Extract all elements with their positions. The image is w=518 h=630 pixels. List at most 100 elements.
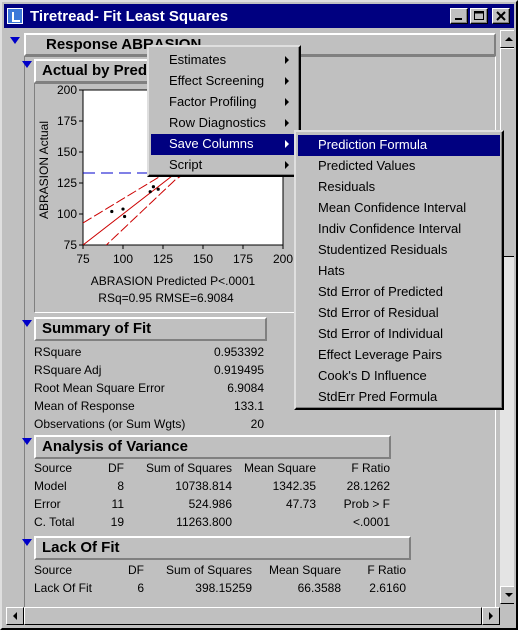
menu-item-row-diagnostics[interactable]: Row Diagnostics [151,113,297,134]
menu-item-save-columns[interactable]: Save Columns [151,134,297,155]
submenu-item-label: Indiv Confidence Interval [318,221,462,236]
submenu-item-std-error-of-residual[interactable]: Std Error of Residual [298,303,500,324]
x-tick-label: 125 [153,252,173,266]
actual-by-predicted-disclosure-icon[interactable] [22,61,32,68]
window-title: Tiretread- Fit Least Squares [30,8,229,25]
anova-cell: 1342.35 [272,479,316,493]
summary-label: RSquare [34,345,82,359]
menu-item-label: Factor Profiling [169,94,257,109]
anova-cell: 47.73 [285,497,316,511]
submenu-item-mean-confidence-interval[interactable]: Mean Confidence Interval [298,198,500,219]
anova-column-header: DF [108,461,124,475]
minimize-button[interactable] [450,8,468,24]
submenu-item-hats[interactable]: Hats [298,261,500,282]
anova-cell: <.0001 [352,515,390,529]
x-tick-label: 200 [273,252,293,266]
summary-value: 20 [250,417,264,431]
submenu-arrow-icon [285,119,289,127]
app-window: Tiretread- Fit Least Squares Response AB… [0,0,518,630]
summary-value: 0.919495 [213,363,264,377]
submenu-item-std-error-of-predicted[interactable]: Std Error of Predicted [298,282,500,303]
anova-column-header: Mean Square [243,461,316,475]
submenu-item-label: Studentized Residuals [318,242,448,257]
y-tick-label: 200 [57,85,77,97]
summary-label: RSquare Adj [34,363,102,377]
lack-of-fit-title: Lack Of Fit [42,539,120,556]
data-point[interactable] [123,214,127,219]
submenu-item-predicted-values[interactable]: Predicted Values [298,156,500,177]
data-point[interactable] [156,187,160,191]
x-tick-label: 100 [113,252,133,266]
submenu-item-label: Predicted Values [318,158,416,173]
response-disclosure-icon[interactable] [10,37,20,44]
maximize-icon [474,11,484,20]
scroll-down-button[interactable] [500,586,514,604]
lack-of-fit-cell: 2.6160 [369,581,406,595]
actual-by-predicted-title: Actual by Pred [42,62,148,79]
lack-of-fit-cell: 66.3588 [297,581,341,595]
summary-of-fit-title: Summary of Fit [42,320,152,337]
anova-cell: 28.1262 [346,479,390,493]
close-button[interactable] [492,8,510,24]
data-point[interactable] [121,207,125,211]
submenu-item-indiv-confidence-interval[interactable]: Indiv Confidence Interval [298,219,500,240]
submenu-item-residuals[interactable]: Residuals [298,177,500,198]
submenu-item-cook-s-d-influence[interactable]: Cook's D Influence [298,366,500,387]
anova-header[interactable]: Analysis of Variance [34,435,391,459]
anova-title: Analysis of Variance [42,438,188,455]
submenu-item-studentized-residuals[interactable]: Studentized Residuals [298,240,500,261]
submenu-item-label: Effect Leverage Pairs [318,347,443,362]
submenu-arrow-icon [285,77,289,85]
scroll-up-button[interactable] [500,30,514,48]
menu-item-label: Script [169,157,203,172]
data-point[interactable] [151,185,155,189]
menu-item-estimates[interactable]: Estimates [151,50,297,71]
submenu-item-prediction-formula[interactable]: Prediction Formula [298,135,500,156]
arrow-down-icon [505,593,513,597]
submenu-item-effect-leverage-pairs[interactable]: Effect Leverage Pairs [298,345,500,366]
submenu-item-label: Prediction Formula [318,137,428,152]
x-tick-label: 175 [233,252,253,266]
scroll-corner [500,607,514,625]
lack-of-fit-column-header: Mean Square [268,563,341,577]
minimize-icon [455,18,462,20]
lack-of-fit-column-header: Sum of Squares [165,563,252,577]
menu-item-factor-profiling[interactable]: Factor Profiling [151,92,297,113]
anova-cell: 10738.814 [175,479,232,493]
menu-item-label: Row Diagnostics [169,115,266,130]
menu-item-effect-screening[interactable]: Effect Screening [151,71,297,92]
summary-of-fit-disclosure-icon[interactable] [22,320,32,327]
scroll-right-button[interactable] [482,607,500,625]
submenu-item-std-error-of-individual[interactable]: Std Error of Individual [298,324,500,345]
submenu-arrow-icon [285,98,289,106]
y-axis-label: ABRASION Actual [37,121,51,219]
lack-of-fit-column-header: Source [34,563,73,577]
summary-label: Observations (or Sum Wgts) [34,417,186,431]
lack-of-fit-header[interactable]: Lack Of Fit [34,536,411,560]
arrow-up-icon [505,37,513,41]
submenu-item-label: StdErr Pred Formula [318,389,438,404]
lack-of-fit-disclosure-icon[interactable] [22,539,32,546]
anova-column-header: Sum of Squares [145,461,232,475]
submenu-item-label: Hats [318,263,345,278]
scroll-left-button[interactable] [6,607,24,625]
red-triangle-context-menu: Estimates Effect Screening Factor Profilin… [147,45,301,177]
fit-stats: RSq=0.95 RMSE=6.9084 [98,291,234,305]
arrow-right-icon [489,612,493,620]
lack-of-fit-cell: 398.15259 [195,581,252,595]
horizontal-scroll-thumb[interactable] [24,607,482,625]
submenu-item-stderr-pred-formula[interactable]: StdErr Pred Formula [298,387,500,408]
summary-of-fit-header[interactable]: Summary of Fit [34,317,267,341]
report-area: Response ABRASION Actual by Pred ABRASIO… [6,30,514,626]
maximize-button[interactable] [470,8,488,24]
anova-cell: Prob > F [343,497,390,511]
data-point[interactable] [148,190,152,194]
anova-disclosure-icon[interactable] [22,438,32,445]
anova-cell: 19 [110,515,124,529]
menu-item-script[interactable]: Script [151,155,297,176]
horizontal-scrollbar[interactable] [6,607,500,625]
y-tick-label: 175 [57,114,77,128]
title-bar[interactable]: Tiretread- Fit Least Squares [4,4,514,28]
data-point[interactable] [110,209,114,214]
submenu-arrow-icon [285,140,289,148]
